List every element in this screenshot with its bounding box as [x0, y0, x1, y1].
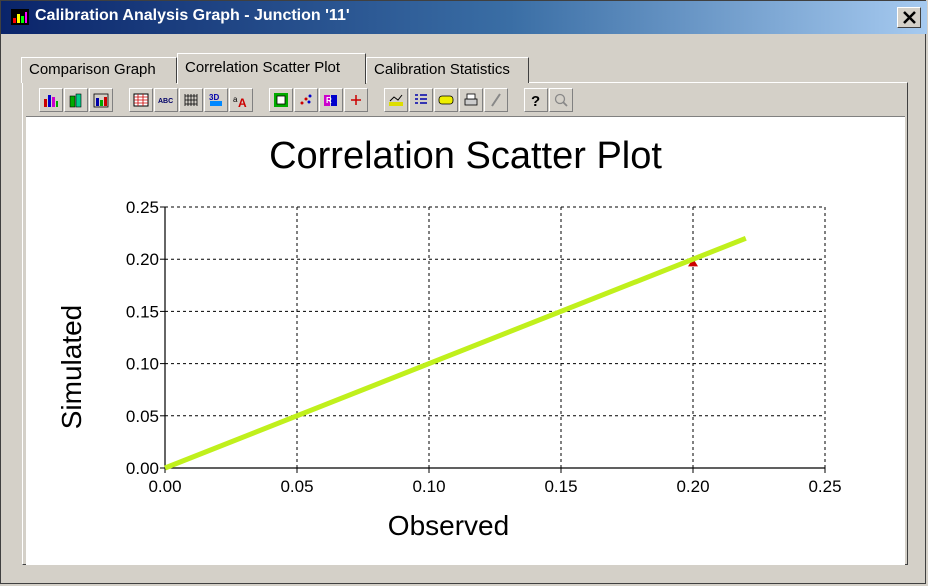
title-bar[interactable]: Calibration Analysis Graph - Junction '1… — [1, 1, 927, 34]
correlation-line — [164, 235, 747, 471]
crosshair-icon — [351, 95, 361, 105]
grouped-bar-chart-icon — [93, 93, 109, 108]
x-tick-label: 0.20 — [676, 477, 709, 496]
y-tick-label: 0.10 — [126, 355, 159, 374]
legend-icon — [415, 94, 427, 104]
tab-label: Correlation Scatter Plot — [185, 59, 341, 76]
3d-view-icon: 3D — [209, 93, 222, 106]
3d-bar-chart-button[interactable] — [64, 88, 88, 112]
chart-area: Correlation Scatter Plot Simulated Obser… — [26, 116, 905, 565]
tab-comparison-graph[interactable]: Comparison Graph — [21, 57, 177, 83]
x-tick-label: 0.05 — [280, 477, 313, 496]
table-button[interactable] — [179, 88, 203, 112]
3d-view-button[interactable]: 3D — [204, 88, 228, 112]
close-button[interactable] — [897, 7, 921, 28]
tab-correlation-scatter-plot[interactable]: Correlation Scatter Plot — [177, 53, 366, 84]
abc-label-icon: ABC — [158, 98, 173, 105]
scatter-icon — [300, 94, 312, 105]
zoom-icon — [554, 93, 568, 107]
chart-type-button[interactable] — [384, 88, 408, 112]
help-button[interactable]: ? — [524, 88, 548, 112]
color-scheme-button[interactable]: R — [319, 88, 343, 112]
zoom-button[interactable] — [549, 88, 573, 112]
x-tick-label: 0.15 — [544, 477, 577, 496]
scatter-plot: 0.00 0.05 0.10 0.15 0.20 0.25 0.00 0.05 0.10 0.15… — [126, 198, 842, 496]
help-icon: ? — [531, 93, 540, 108]
x-tick-label: 0.25 — [808, 477, 841, 496]
y-tick-label: 0.25 — [126, 198, 159, 217]
close-icon — [903, 11, 916, 24]
svg-text:3D: 3D — [209, 93, 219, 102]
pen-icon — [491, 93, 501, 107]
svg-text:ABC: ABC — [158, 98, 173, 105]
bar-chart-button[interactable] — [39, 88, 63, 112]
tag-button[interactable] — [434, 88, 458, 112]
border-button[interactable] — [269, 88, 293, 112]
print-icon — [464, 93, 478, 106]
bar-chart-icon — [44, 95, 58, 107]
data-grid-button[interactable] — [129, 88, 153, 112]
tab-calibration-statistics[interactable]: Calibration Statistics — [366, 57, 529, 83]
svg-text:R: R — [326, 96, 332, 105]
y-tick-label: 0.15 — [126, 302, 159, 321]
y-tick-label: 0.05 — [126, 407, 159, 426]
tag-icon — [438, 95, 454, 105]
grouped-bar-chart-button[interactable] — [89, 88, 113, 112]
font-button[interactable]: aA — [229, 88, 253, 112]
color-scheme-icon: R — [324, 95, 337, 106]
data-grid-icon — [133, 93, 149, 107]
pen-button[interactable] — [484, 88, 508, 112]
window-title: Calibration Analysis Graph - Junction '1… — [35, 7, 350, 24]
legend-button[interactable] — [409, 88, 433, 112]
x-tick-label: 0.00 — [148, 477, 181, 496]
table-icon — [184, 94, 198, 106]
svg-text:?: ? — [531, 93, 540, 108]
app-icon — [11, 9, 29, 25]
crosshair-button[interactable] — [344, 88, 368, 112]
x-tick-label: 0.10 — [412, 477, 445, 496]
print-button[interactable] — [459, 88, 483, 112]
scatter-button[interactable] — [294, 88, 318, 112]
3d-bar-chart-icon — [69, 93, 82, 108]
svg-text:A: A — [238, 96, 247, 108]
y-tick-label: 0.20 — [126, 250, 159, 269]
calibration-window: Calibration Analysis Graph - Junction '1… — [0, 0, 927, 584]
font-icon: aA — [233, 95, 247, 108]
chart-type-icon — [389, 94, 403, 106]
border-icon — [274, 93, 288, 107]
y-tick-label: 0.00 — [126, 459, 159, 478]
abc-label-button[interactable]: ABC — [154, 88, 178, 112]
tab-label: Comparison Graph — [29, 61, 156, 78]
tab-label: Calibration Statistics — [374, 61, 510, 78]
